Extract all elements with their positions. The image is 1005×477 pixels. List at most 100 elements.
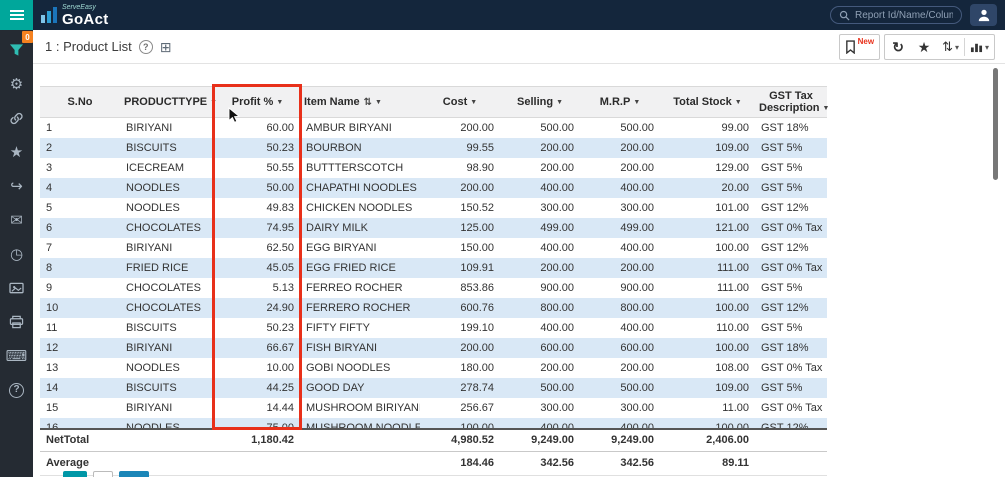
- pagination-controls[interactable]: [63, 471, 149, 477]
- column-header-producttype[interactable]: PRODUCTTYPE▼: [120, 87, 215, 118]
- column-dropdown-icon[interactable]: ▼: [633, 99, 640, 106]
- table-cell: 10.00: [215, 358, 300, 378]
- table-cell: 121.00: [660, 218, 755, 238]
- filter-icon: [9, 43, 24, 57]
- column-dropdown-icon[interactable]: ▼: [470, 99, 477, 106]
- table-row[interactable]: 10CHOCOLATES24.90FERRERO ROCHER600.76800…: [40, 298, 827, 318]
- search-input[interactable]: [855, 10, 953, 21]
- table-row[interactable]: 7BIRIYANI62.50EGG BIRYANI150.00400.00400…: [40, 238, 827, 258]
- column-header-profit-[interactable]: Profit %▼: [215, 87, 300, 118]
- table-row[interactable]: 4NOODLES50.00CHAPATHI NOODLES200.00400.0…: [40, 178, 827, 198]
- sidebar-settings-button[interactable]: ⚙: [7, 74, 27, 94]
- table-cell: NOODLES: [120, 178, 215, 198]
- table-row[interactable]: 14BISCUITS44.25GOOD DAY278.74500.00500.0…: [40, 378, 827, 398]
- column-header-total-stock[interactable]: Total Stock▼: [660, 87, 755, 118]
- vertical-scrollbar[interactable]: [993, 68, 998, 180]
- logo-barchart-icon: [41, 7, 57, 23]
- table-cell: 200.00: [580, 358, 660, 378]
- refresh-button[interactable]: ↻: [885, 35, 911, 59]
- user-button[interactable]: [970, 4, 997, 26]
- table-cell: 100.00: [660, 338, 755, 358]
- column-header-cost[interactable]: Cost▼: [420, 87, 500, 118]
- table-row[interactable]: 8FRIED RICE45.05EGG FRIED RICE109.91200.…: [40, 258, 827, 278]
- table-row[interactable]: 16NOODLES75.00MUSHROOM NOODLES100.00400.…: [40, 418, 827, 429]
- table-row[interactable]: 11BISCUITS50.23FIFTY FIFTY199.10400.0040…: [40, 318, 827, 338]
- table-cell: 150.52: [420, 198, 500, 218]
- bookmark-new-button[interactable]: New: [840, 35, 879, 59]
- table-cell: 200.00: [500, 358, 580, 378]
- sort-indicator-icon: ⇅: [364, 97, 372, 108]
- sidebar-keyboard-button[interactable]: ⌨: [7, 346, 27, 366]
- table-cell: 200.00: [500, 258, 580, 278]
- table-cell: CHOCOLATES: [120, 218, 215, 238]
- table-cell: BISCUITS: [120, 138, 215, 158]
- column-label: S.No: [67, 96, 92, 108]
- table-row[interactable]: 9CHOCOLATES5.13FERREO ROCHER853.86900.00…: [40, 278, 827, 298]
- column-header-s-no[interactable]: S.No: [40, 87, 120, 118]
- report-table-area: S.No PRODUCTTYPE▼Profit %▼Item Name⇅▼Cost…: [40, 86, 830, 476]
- column-dropdown-icon[interactable]: ▼: [276, 99, 283, 106]
- table-row[interactable]: 12BIRIYANI66.67FISH BIRYANI200.00600.006…: [40, 338, 827, 358]
- printer-icon: [9, 315, 24, 329]
- table-cell: 111.00: [660, 258, 755, 278]
- favorite-button[interactable]: ★: [911, 35, 937, 59]
- table-cell: 60.00: [215, 118, 300, 138]
- table-cell: NOODLES: [120, 418, 215, 429]
- table-cell: 200.00: [580, 138, 660, 158]
- refresh-icon: ↻: [892, 39, 904, 56]
- sidebar-filter-button[interactable]: [7, 40, 27, 60]
- sidebar-history-button[interactable]: ◷: [7, 244, 27, 264]
- column-dropdown-icon[interactable]: ▼: [375, 99, 382, 106]
- pagination-button[interactable]: [119, 471, 149, 477]
- table-cell: 11: [40, 318, 120, 338]
- table-cell: EGG BIRYANI: [300, 238, 420, 258]
- sidebar-help-button[interactable]: ?: [7, 380, 27, 400]
- sidebar-link-button[interactable]: [7, 108, 27, 128]
- table-cell: 800.00: [580, 298, 660, 318]
- sidebar-favorites-button[interactable]: ★: [7, 142, 27, 162]
- column-header-m-r-p[interactable]: M.R.P▼: [580, 87, 660, 118]
- pagination-button[interactable]: [63, 471, 87, 477]
- app-logo[interactable]: ServeEasy GoAct: [41, 4, 109, 27]
- star-icon: ★: [918, 39, 931, 56]
- table-cell: 100.00: [660, 238, 755, 258]
- column-dropdown-icon[interactable]: ▼: [556, 99, 563, 106]
- column-header-item-name[interactable]: Item Name⇅▼: [300, 87, 420, 118]
- notification-badge: 0: [22, 31, 33, 43]
- table-cell: 1: [40, 118, 120, 138]
- table-row[interactable]: 6CHOCOLATES74.95DAIRY MILK125.00499.0049…: [40, 218, 827, 238]
- table-cell: GST 0% Tax: [755, 358, 827, 378]
- column-dropdown-icon[interactable]: ▼: [735, 99, 742, 106]
- sidebar-share-button[interactable]: ↪: [7, 176, 27, 196]
- table-cell: 300.00: [500, 198, 580, 218]
- column-dropdown-icon[interactable]: ▼: [210, 99, 217, 106]
- sidebar-print-button[interactable]: [7, 312, 27, 332]
- sort-button[interactable]: ⇅ ▾: [937, 35, 964, 59]
- report-help-icon[interactable]: ?: [139, 40, 153, 54]
- column-header-selling[interactable]: Selling▼: [500, 87, 580, 118]
- grid-view-icon[interactable]: ⊞: [160, 40, 172, 54]
- search-icon: [839, 10, 850, 21]
- column-dropdown-icon[interactable]: ▼: [823, 105, 830, 112]
- chart-view-button[interactable]: ▾: [965, 35, 994, 59]
- table-row[interactable]: 1BIRIYANI60.00AMBUR BIRYANI200.00500.005…: [40, 118, 827, 138]
- new-badge: New: [858, 37, 874, 46]
- table-cell: 74.95: [215, 218, 300, 238]
- table-row[interactable]: 2BISCUITS50.23BOURBON99.55200.00200.0010…: [40, 138, 827, 158]
- sidebar-screen-button[interactable]: [7, 278, 27, 298]
- search-box[interactable]: [830, 6, 962, 24]
- menu-button[interactable]: [0, 0, 33, 30]
- table-cell: 5.13: [215, 278, 300, 298]
- table-row[interactable]: 15BIRIYANI14.44MUSHROOM BIRIYANI256.6730…: [40, 398, 827, 418]
- table-scroll-viewport[interactable]: S.No PRODUCTTYPE▼Profit %▼Item Name⇅▼Cost…: [40, 86, 830, 428]
- user-icon: [977, 8, 991, 22]
- table-row[interactable]: 13NOODLES10.00GOBI NOODLES180.00200.0020…: [40, 358, 827, 378]
- table-row[interactable]: 5NOODLES49.83CHICKEN NOODLES150.52300.00…: [40, 198, 827, 218]
- sidebar-mail-button[interactable]: ✉: [7, 210, 27, 230]
- column-header-gst-tax-description[interactable]: GST Tax Description▼: [755, 87, 827, 118]
- table-row[interactable]: 3ICECREAM50.55BUTTTERSCOTCH98.90200.0020…: [40, 158, 827, 178]
- pagination-button[interactable]: [93, 471, 113, 477]
- table-cell: 44.25: [215, 378, 300, 398]
- table-cell: 101.00: [660, 198, 755, 218]
- table-cell: BISCUITS: [120, 378, 215, 398]
